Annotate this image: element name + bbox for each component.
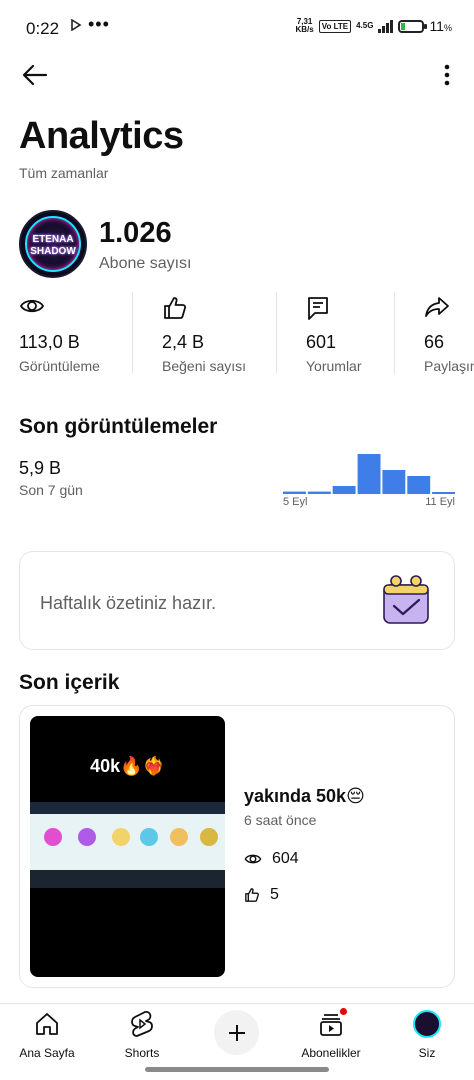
- game-item-icon: [170, 828, 188, 846]
- chart-bar-9-eyl: [382, 470, 406, 494]
- avatar-text-line2: SHADOW: [30, 246, 76, 257]
- gesture-home-bar[interactable]: [145, 1067, 329, 1072]
- network-type: 4.5G: [356, 21, 374, 30]
- nav-home[interactable]: Ana Sayfa: [2, 1010, 92, 1064]
- recent-views-value[interactable]: 5,9 B: [19, 458, 61, 479]
- battery-percent: 11%: [429, 18, 452, 34]
- stat-label: Yorumlar: [306, 358, 362, 374]
- divider: [276, 292, 277, 374]
- nav-subscriptions[interactable]: Abonelikler: [286, 1007, 376, 1064]
- video-likes: 5: [270, 886, 279, 903]
- stat-value: 113,0 B: [19, 332, 80, 352]
- recent-video-card[interactable]: 40k🔥❤️‍🔥 yakında 50k😔 6 saat önce 604 5: [19, 705, 455, 988]
- x-tick-label: 11 Eyl: [425, 496, 455, 508]
- kebab-menu-icon: [444, 64, 450, 86]
- signal-icon: [378, 19, 394, 33]
- thumbs-up-icon: [162, 295, 190, 321]
- back-button[interactable]: [18, 60, 52, 90]
- game-item-icon: [112, 828, 130, 846]
- network-speed: 7,31 KB/s: [295, 18, 313, 34]
- page-title: Analytics: [19, 115, 184, 157]
- status-right-group: 7,31 KB/s Vo LTE 4.5G 11%: [295, 18, 452, 35]
- time-range-label: Tüm zamanlar: [19, 165, 109, 181]
- avatar-text-line1: ETENAA: [32, 234, 74, 245]
- channel-avatar[interactable]: ETENAA SHADOW: [19, 210, 87, 278]
- video-views: 604: [272, 850, 299, 867]
- chart-bar-10-eyl: [407, 476, 431, 494]
- stat-likes[interactable]: 2,4 B Beğeni sayısı: [162, 292, 307, 374]
- weekly-summary-card[interactable]: Haftalık özetiniz hazır.: [19, 551, 455, 650]
- nav-you[interactable]: Siz: [382, 1010, 472, 1064]
- stat-label: Görüntüleme: [19, 358, 100, 374]
- chart-bar-11-eyl: [432, 492, 455, 494]
- thumbs-up-icon: [245, 888, 259, 902]
- game-item-icon: [200, 828, 218, 846]
- nav-label: Shorts: [124, 1046, 160, 1060]
- stat-label: Beğeni sayısı: [162, 358, 247, 374]
- subscriber-label: Abone sayısı: [99, 255, 192, 272]
- video-time-ago: 6 saat önce: [244, 812, 317, 828]
- create-button[interactable]: [214, 1010, 259, 1055]
- stat-shares[interactable]: 66 Paylaşım: [424, 292, 474, 374]
- share-icon: [424, 295, 452, 321]
- game-item-icon: [78, 828, 96, 846]
- status-bar: 0:22 ••• 7,31 KB/s Vo LTE 4.5G 11%: [0, 0, 474, 58]
- video-title: yakında 50k😔: [244, 786, 365, 806]
- video-thumbnail[interactable]: 40k🔥❤️‍🔥: [30, 716, 225, 977]
- weekly-summary-text: Haftalık özetiniz hazır.: [40, 593, 217, 613]
- arrow-left-icon: [22, 64, 48, 86]
- nav-label: Ana Sayfa: [19, 1046, 75, 1060]
- nav-label: Abonelikler: [301, 1046, 361, 1060]
- bar-chart-svg: [283, 454, 455, 494]
- stat-views[interactable]: 113,0 B Görüntüleme: [19, 292, 164, 374]
- more-notifications-icon: •••: [88, 14, 110, 34]
- chart-bar-6-eyl: [307, 491, 331, 494]
- media-play-icon: [70, 18, 82, 34]
- notification-dot: [339, 1007, 348, 1016]
- stat-value: 66: [424, 332, 445, 352]
- thumbnail-caption: 40k🔥❤️‍🔥: [90, 756, 165, 776]
- subscriber-count: 1.026: [99, 217, 172, 249]
- shorts-icon: [128, 1010, 156, 1038]
- nav-label: Siz: [418, 1046, 436, 1060]
- recent-views-title: Son görüntülemeler: [19, 415, 218, 438]
- nav-shorts[interactable]: Shorts: [97, 1010, 187, 1064]
- net-speed-unit: KB/s: [295, 25, 314, 34]
- divider: [394, 292, 395, 374]
- calendar-check-icon: [378, 573, 436, 631]
- chart-bar-8-eyl: [357, 454, 381, 494]
- chart-bar-5-eyl: [283, 491, 306, 494]
- recent-views-chart[interactable]: 5 Eyl 11 Eyl: [282, 446, 456, 516]
- eye-icon: [244, 854, 262, 864]
- profile-avatar-icon: [413, 1010, 441, 1038]
- stat-value: 2,4 B: [162, 332, 205, 352]
- volte-icon: Vo LTE: [318, 19, 352, 33]
- comment-icon: [306, 295, 334, 321]
- plus-icon: [228, 1024, 245, 1041]
- battery-icon: [398, 19, 428, 33]
- more-options-button[interactable]: [432, 60, 462, 90]
- divider: [132, 292, 133, 374]
- x-tick-label: 5 Eyl: [283, 496, 308, 508]
- home-icon: [33, 1010, 61, 1038]
- eye-icon: [19, 295, 47, 321]
- game-item-icon: [44, 828, 62, 846]
- video-views-row: 604: [244, 850, 299, 868]
- chart-bar-7-eyl: [332, 486, 356, 494]
- video-likes-row: 5: [244, 886, 279, 904]
- stat-value: 601: [306, 332, 337, 352]
- stat-label: Paylaşım: [424, 358, 474, 374]
- thumbnail-game-scene: [30, 802, 225, 888]
- status-time: 0:22: [26, 19, 60, 38]
- subscriptions-icon: [317, 1007, 348, 1038]
- recent-content-title: Son içerik: [19, 671, 120, 694]
- game-item-icon: [140, 828, 158, 846]
- recent-views-period: Son 7 gün: [19, 482, 83, 498]
